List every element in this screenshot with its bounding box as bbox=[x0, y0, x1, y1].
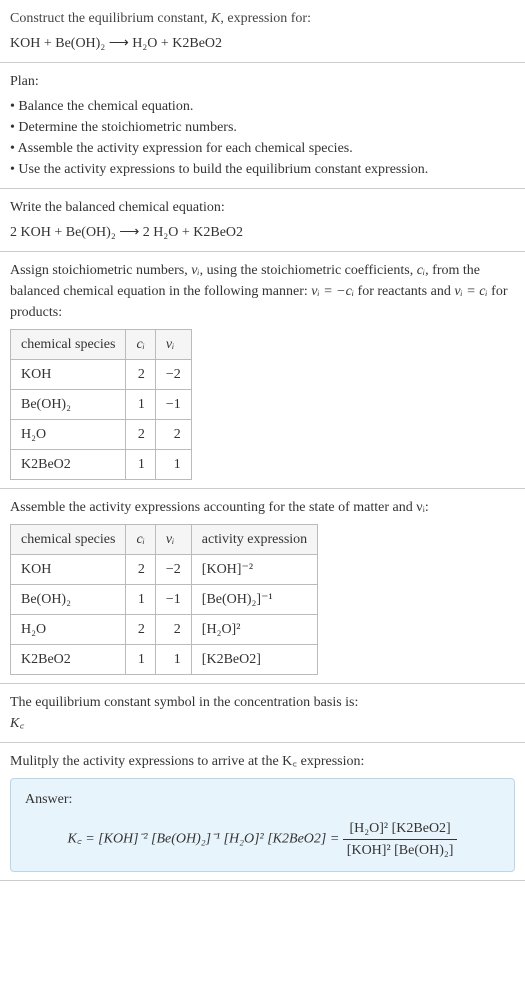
plan-header: Plan: bbox=[10, 71, 515, 92]
cell: −2 bbox=[155, 555, 191, 585]
cell: 1 bbox=[155, 645, 191, 675]
stoich-rel1: νᵢ = −cᵢ bbox=[311, 284, 354, 299]
col-ci: cᵢ bbox=[126, 330, 155, 360]
cell: 1 bbox=[126, 585, 155, 615]
cell: Be(OH)₂ bbox=[11, 585, 126, 615]
intro-equation: KOH + Be(OH)₂ ⟶ H₂O + K2BeO2 bbox=[10, 33, 515, 54]
plan-item: Determine the stoichiometric numbers. bbox=[10, 117, 515, 138]
table-row: H₂O22 bbox=[11, 420, 192, 450]
cell: K2BeO2 bbox=[11, 645, 126, 675]
col-species: chemical species bbox=[11, 525, 126, 555]
symbol-value: K꜀ bbox=[10, 713, 515, 734]
answer-fraction: [H₂O]² [K2BeO2] [KOH]² [Be(OH)₂] bbox=[343, 818, 458, 861]
balanced-section: Write the balanced chemical equation: 2 … bbox=[0, 189, 525, 252]
stoich-text: Assign stoichiometric numbers, νᵢ, using… bbox=[10, 260, 515, 323]
k-symbol: K bbox=[211, 11, 220, 26]
intro-text-2: , expression for: bbox=[220, 11, 311, 26]
cell: 2 bbox=[155, 615, 191, 645]
answer-box: Answer: K꜀ = [KOH]⁻² [Be(OH)₂]⁻¹ [H₂O]² … bbox=[10, 778, 515, 872]
cell: KOH bbox=[11, 555, 126, 585]
stoich-t4: for reactants and bbox=[354, 284, 454, 299]
cell: H₂O bbox=[11, 420, 126, 450]
cell: [KOH]⁻² bbox=[191, 555, 317, 585]
table-row: KOH2−2[KOH]⁻² bbox=[11, 555, 318, 585]
cell: 2 bbox=[155, 420, 191, 450]
cell: 1 bbox=[155, 450, 191, 480]
cell: 1 bbox=[126, 450, 155, 480]
cell: Be(OH)₂ bbox=[11, 390, 126, 420]
intro-section: Construct the equilibrium constant, K, e… bbox=[0, 0, 525, 63]
answer-expression: K꜀ = [KOH]⁻² [Be(OH)₂]⁻¹ [H₂O]² [K2BeO2]… bbox=[25, 818, 500, 861]
table-header-row: chemical species cᵢ νᵢ activity expressi… bbox=[11, 525, 318, 555]
cell: 2 bbox=[126, 615, 155, 645]
plan-item: Use the activity expressions to build th… bbox=[10, 159, 515, 180]
activity-table: chemical species cᵢ νᵢ activity expressi… bbox=[10, 524, 318, 675]
table-row: Be(OH)₂1−1[Be(OH)₂]⁻¹ bbox=[11, 585, 318, 615]
cell: K2BeO2 bbox=[11, 450, 126, 480]
plan-item: Balance the chemical equation. bbox=[10, 96, 515, 117]
table-row: K2BeO211[K2BeO2] bbox=[11, 645, 318, 675]
col-species: chemical species bbox=[11, 330, 126, 360]
multiply-section: Mulitply the activity expressions to arr… bbox=[0, 743, 525, 881]
cell: −2 bbox=[155, 360, 191, 390]
plan-section: Plan: Balance the chemical equation. Det… bbox=[0, 63, 525, 189]
cell: KOH bbox=[11, 360, 126, 390]
symbol-header: The equilibrium constant symbol in the c… bbox=[10, 692, 515, 713]
stoich-t1: Assign stoichiometric numbers, bbox=[10, 263, 191, 278]
stoich-t2: , using the stoichiometric coefficients, bbox=[200, 263, 417, 278]
stoich-vi: νᵢ bbox=[191, 263, 199, 278]
cell: 1 bbox=[126, 645, 155, 675]
cell: [H₂O]² bbox=[191, 615, 317, 645]
balanced-equation: 2 KOH + Be(OH)₂ ⟶ 2 H₂O + K2BeO2 bbox=[10, 222, 515, 243]
table-row: Be(OH)₂1−1 bbox=[11, 390, 192, 420]
fraction-denominator: [KOH]² [Be(OH)₂] bbox=[343, 840, 458, 861]
stoich-section: Assign stoichiometric numbers, νᵢ, using… bbox=[0, 252, 525, 489]
multiply-header: Mulitply the activity expressions to arr… bbox=[10, 751, 515, 772]
col-vi: νᵢ bbox=[155, 330, 191, 360]
plan-item: Assemble the activity expression for eac… bbox=[10, 138, 515, 159]
activity-section: Assemble the activity expressions accoun… bbox=[0, 489, 525, 684]
stoich-table: chemical species cᵢ νᵢ KOH2−2 Be(OH)₂1−1… bbox=[10, 329, 192, 480]
balanced-header: Write the balanced chemical equation: bbox=[10, 197, 515, 218]
cell: 2 bbox=[126, 420, 155, 450]
activity-header: Assemble the activity expressions accoun… bbox=[10, 497, 515, 518]
cell: 2 bbox=[126, 555, 155, 585]
col-vi: νᵢ bbox=[155, 525, 191, 555]
table-row: KOH2−2 bbox=[11, 360, 192, 390]
cell: [K2BeO2] bbox=[191, 645, 317, 675]
cell: −1 bbox=[155, 585, 191, 615]
cell: [Be(OH)₂]⁻¹ bbox=[191, 585, 317, 615]
table-header-row: chemical species cᵢ νᵢ bbox=[11, 330, 192, 360]
cell: H₂O bbox=[11, 615, 126, 645]
intro-text-1: Construct the equilibrium constant, bbox=[10, 11, 211, 26]
answer-lhs: K꜀ = [KOH]⁻² [Be(OH)₂]⁻¹ [H₂O]² [K2BeO2]… bbox=[68, 832, 343, 847]
stoich-ci: cᵢ bbox=[417, 263, 425, 278]
intro-line: Construct the equilibrium constant, K, e… bbox=[10, 8, 515, 29]
symbol-section: The equilibrium constant symbol in the c… bbox=[0, 684, 525, 743]
col-activity: activity expression bbox=[191, 525, 317, 555]
fraction-numerator: [H₂O]² [K2BeO2] bbox=[343, 818, 458, 840]
cell: −1 bbox=[155, 390, 191, 420]
cell: 2 bbox=[126, 360, 155, 390]
answer-label: Answer: bbox=[25, 789, 500, 810]
table-row: H₂O22[H₂O]² bbox=[11, 615, 318, 645]
table-row: K2BeO211 bbox=[11, 450, 192, 480]
col-ci: cᵢ bbox=[126, 525, 155, 555]
cell: 1 bbox=[126, 390, 155, 420]
plan-list: Balance the chemical equation. Determine… bbox=[10, 96, 515, 180]
stoich-rel2: νᵢ = cᵢ bbox=[454, 284, 487, 299]
